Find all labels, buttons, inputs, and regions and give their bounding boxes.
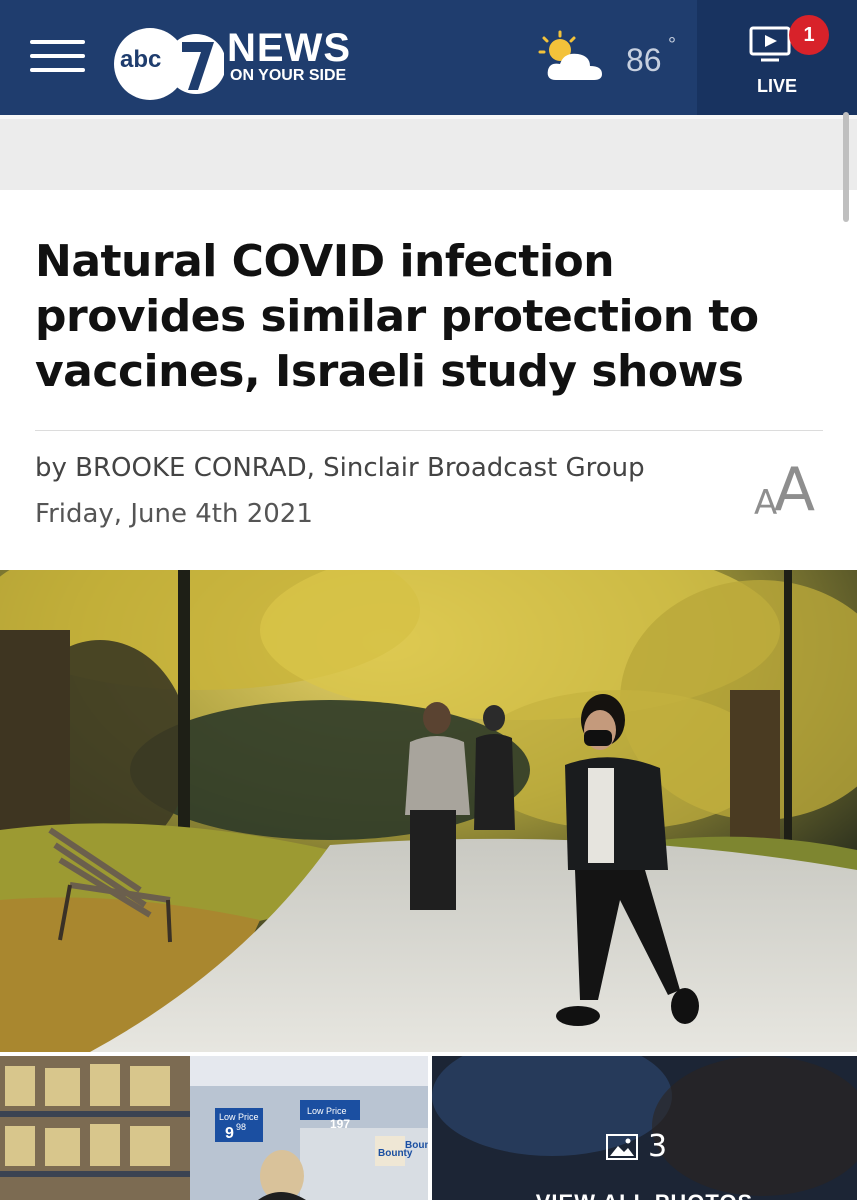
partly-sunny-icon <box>538 30 602 80</box>
live-section: 1 LIVE <box>697 0 857 115</box>
degree-symbol: ° <box>668 34 676 56</box>
logo-seven-mark <box>168 34 224 94</box>
view-all-photos-tile[interactable]: 3 VIEW ALL PHOTOS <box>432 1056 857 1200</box>
price-tag-2-label: Low Price <box>307 1106 347 1116</box>
brand-label-2: Boun <box>405 1140 428 1151</box>
logo-tagline: ON YOUR SIDE <box>230 67 347 84</box>
live-label: LIVE <box>756 76 797 96</box>
price-tag-1-cents: 98 <box>236 1122 246 1132</box>
article-title: Natural COVID infection provides similar… <box>35 236 759 397</box>
image-gallery-icon <box>606 1134 638 1160</box>
ad-placeholder-band <box>0 115 857 190</box>
live-button[interactable]: 1 LIVE <box>697 0 857 115</box>
price-tag-1-value: 9 <box>225 1125 234 1142</box>
hero-image[interactable] <box>0 570 857 1052</box>
blurred-photo-background <box>432 1056 857 1200</box>
notification-badge: 1 <box>789 15 829 55</box>
article-byline: by BROOKE CONRAD, Sinclair Broadcast Gro… <box>35 453 645 483</box>
title-divider <box>35 430 823 431</box>
text-size-button[interactable]: A A <box>752 460 827 526</box>
store-aisle-photo: Low Price 9 98 Low Price 197 Bounty Boun <box>0 1056 428 1200</box>
photo-count: 3 <box>606 1130 696 1164</box>
site-header: abc NEWS ON YOUR SIDE 86 ° 1 LIVE <box>0 0 857 115</box>
photo-gallery-strip: Low Price 9 98 Low Price 197 Bounty Boun <box>0 1056 857 1200</box>
view-all-photos-label: VIEW ALL PHOTOS <box>432 1190 857 1200</box>
temperature-value: 86 <box>626 42 662 78</box>
logo-abc-text: abc <box>120 46 162 73</box>
text-size-large-a: A <box>774 455 816 525</box>
article-date: Friday, June 4th 2021 <box>35 499 313 529</box>
logo-news-text: NEWS <box>227 26 351 70</box>
weather-widget[interactable]: 86 ° <box>536 30 686 90</box>
scrollbar[interactable] <box>843 112 849 222</box>
abc7-news-logo[interactable]: abc NEWS ON YOUR SIDE <box>114 18 374 100</box>
hamburger-menu-icon[interactable] <box>30 40 85 76</box>
tv-play-icon <box>749 26 791 62</box>
photo-count-number: 3 <box>648 1129 668 1164</box>
gallery-thumbnail-store[interactable]: Low Price 9 98 Low Price 197 Bounty Boun <box>0 1056 428 1200</box>
price-tag-1-label: Low Price <box>219 1112 259 1122</box>
park-scene-photo <box>0 570 857 1052</box>
